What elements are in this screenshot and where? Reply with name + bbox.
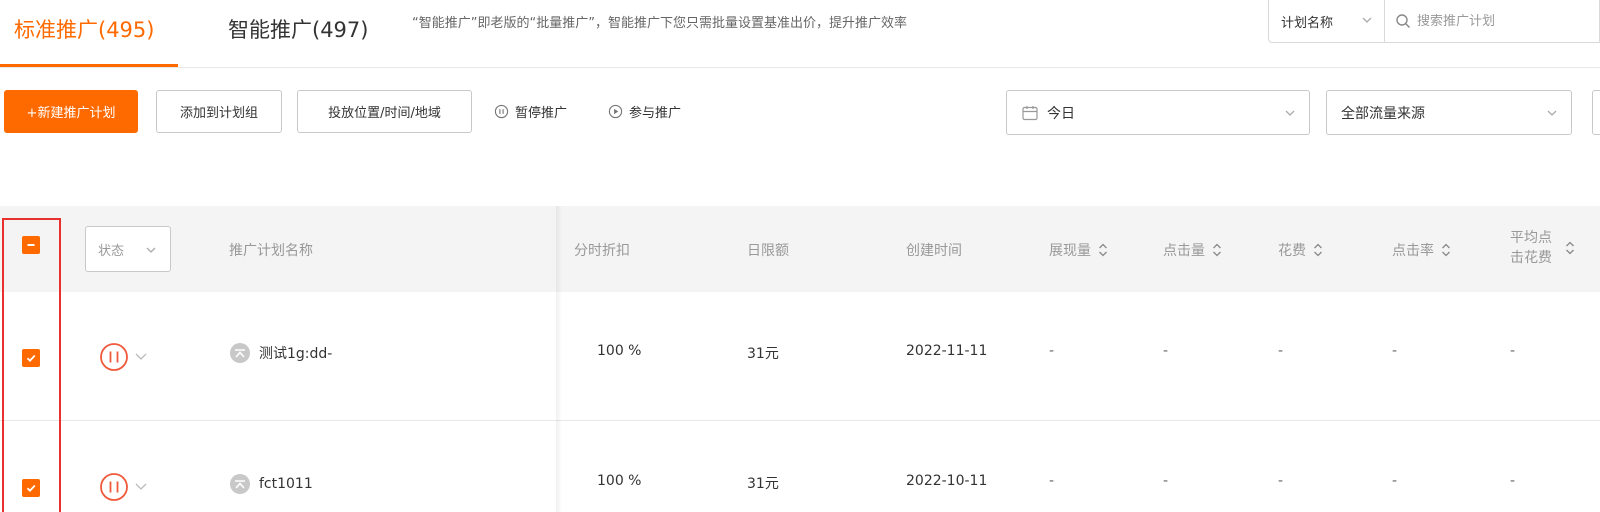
plan-name-link[interactable]: 测试1g:dd-	[229, 342, 332, 364]
sort-icon	[1099, 243, 1107, 257]
calendar-icon	[1022, 105, 1038, 120]
column-header-impressions[interactable]: 展现量	[1049, 240, 1109, 260]
ctr-label: 点击率	[1392, 243, 1434, 259]
table-row: 测试1g:dd- 100 % 31元 2022-11-11 - - - - -	[0, 292, 1600, 420]
ctr-cell: -	[1392, 343, 1398, 359]
daily-limit-cell[interactable]: 31元	[747, 343, 779, 363]
traffic-source-select[interactable]: 全部流量来源	[1326, 90, 1572, 135]
impressions-label: 展现量	[1049, 243, 1091, 259]
clicks-cell: -	[1163, 343, 1169, 359]
clicks-cell: -	[1163, 473, 1169, 489]
pause-status-icon	[100, 473, 147, 501]
created-time-cell: 2022-10-11	[906, 473, 988, 489]
sort-icon	[1442, 243, 1450, 257]
cost-label: 花费	[1278, 243, 1306, 259]
placement-settings-button[interactable]: 投放位置/时间/地域	[297, 90, 472, 133]
plan-name: fct1011	[259, 476, 313, 492]
chevron-down-icon	[146, 247, 156, 253]
column-header-ctr[interactable]: 点击率	[1392, 240, 1452, 260]
discount-cell: 100 %	[597, 343, 642, 359]
add-to-group-button[interactable]: 添加到计划组	[156, 90, 282, 133]
avg-cpc-cell: -	[1510, 343, 1516, 359]
avg-cpc-label-line1: 平均点	[1510, 230, 1552, 246]
extra-filter-select[interactable]	[1592, 90, 1600, 135]
search-input[interactable]	[1417, 13, 1597, 29]
column-header-cost[interactable]: 花费	[1278, 240, 1324, 260]
pause-icon	[494, 104, 509, 119]
pause-promotion-button[interactable]: 暂停推广	[494, 102, 567, 121]
chevron-down-icon	[1285, 110, 1295, 116]
discount-cell: 100 %	[597, 473, 642, 489]
row-status-toggle[interactable]	[99, 342, 155, 376]
column-header-avg-cpc[interactable]: 平均点 击花费	[1510, 228, 1576, 268]
search-field-label: 计划名称	[1281, 15, 1334, 31]
plan-type-icon	[230, 474, 250, 494]
impressions-cell: -	[1049, 473, 1055, 489]
sort-icon	[1566, 241, 1574, 255]
status-filter-label: 状态	[98, 243, 125, 259]
chevron-down-icon	[1362, 17, 1372, 23]
column-header-daily-limit: 日限额	[747, 243, 789, 259]
sort-icon	[1213, 243, 1221, 257]
chevron-down-icon	[1547, 110, 1557, 116]
avg-cpc-label-line2: 击花费	[1510, 250, 1552, 266]
ctr-cell: -	[1392, 473, 1398, 489]
fixed-column-shadow	[556, 206, 562, 512]
pause-status-icon	[100, 343, 147, 371]
plan-type-icon	[230, 343, 250, 363]
column-header-clicks[interactable]: 点击量	[1163, 240, 1223, 260]
join-promotion-button[interactable]: 参与推广	[608, 102, 681, 121]
pause-label: 暂停推广	[515, 106, 568, 121]
plan-name: 测试1g:dd-	[259, 346, 333, 362]
tab-standard-promotion[interactable]: 标准推广(495)	[14, 14, 154, 44]
column-header-created-time: 创建时间	[906, 243, 962, 259]
traffic-source-value: 全部流量来源	[1341, 105, 1425, 122]
avg-cpc-label: 平均点 击花费	[1510, 228, 1552, 268]
checkbox-column-highlight	[2, 218, 61, 512]
search-icon	[1396, 14, 1410, 28]
daily-limit-cell[interactable]: 31元	[747, 473, 779, 493]
search-field-select[interactable]: 计划名称	[1269, 0, 1385, 42]
cost-cell: -	[1278, 343, 1284, 359]
status-filter-select[interactable]: 状态	[85, 226, 171, 272]
created-time-cell: 2022-11-11	[906, 343, 988, 359]
table-row: fct1011 100 % 31元 2022-10-11 - - - - -	[0, 421, 1600, 512]
tab-smart-promotion[interactable]: 智能推广(497)	[228, 14, 368, 44]
plan-name-link[interactable]: fct1011	[229, 473, 313, 495]
join-label: 参与推广	[629, 106, 682, 121]
smart-promotion-hint: “智能推广”即老版的“批量推广”，智能推广下您只需批量设置基准出价，提升推广效率	[412, 16, 907, 31]
cost-cell: -	[1278, 473, 1284, 489]
play-icon	[608, 104, 623, 119]
impressions-cell: -	[1049, 343, 1055, 359]
clicks-label: 点击量	[1163, 243, 1205, 259]
avg-cpc-cell: -	[1510, 473, 1516, 489]
active-tab-indicator	[0, 64, 178, 67]
column-header-discount: 分时折扣	[574, 243, 630, 259]
date-range-value: 今日	[1047, 105, 1075, 122]
date-range-select[interactable]: 今日	[1006, 90, 1310, 135]
search-input-wrap	[1385, 0, 1599, 42]
sort-icon	[1314, 243, 1322, 257]
row-status-toggle[interactable]	[99, 472, 155, 506]
plan-search: 计划名称	[1268, 0, 1600, 43]
column-header-plan-name: 推广计划名称	[229, 243, 313, 259]
new-plan-button[interactable]: +新建推广计划	[4, 90, 138, 133]
tab-bar: 标准推广(495) 智能推广(497) “智能推广”即老版的“批量推广”，智能推…	[0, 0, 1600, 68]
